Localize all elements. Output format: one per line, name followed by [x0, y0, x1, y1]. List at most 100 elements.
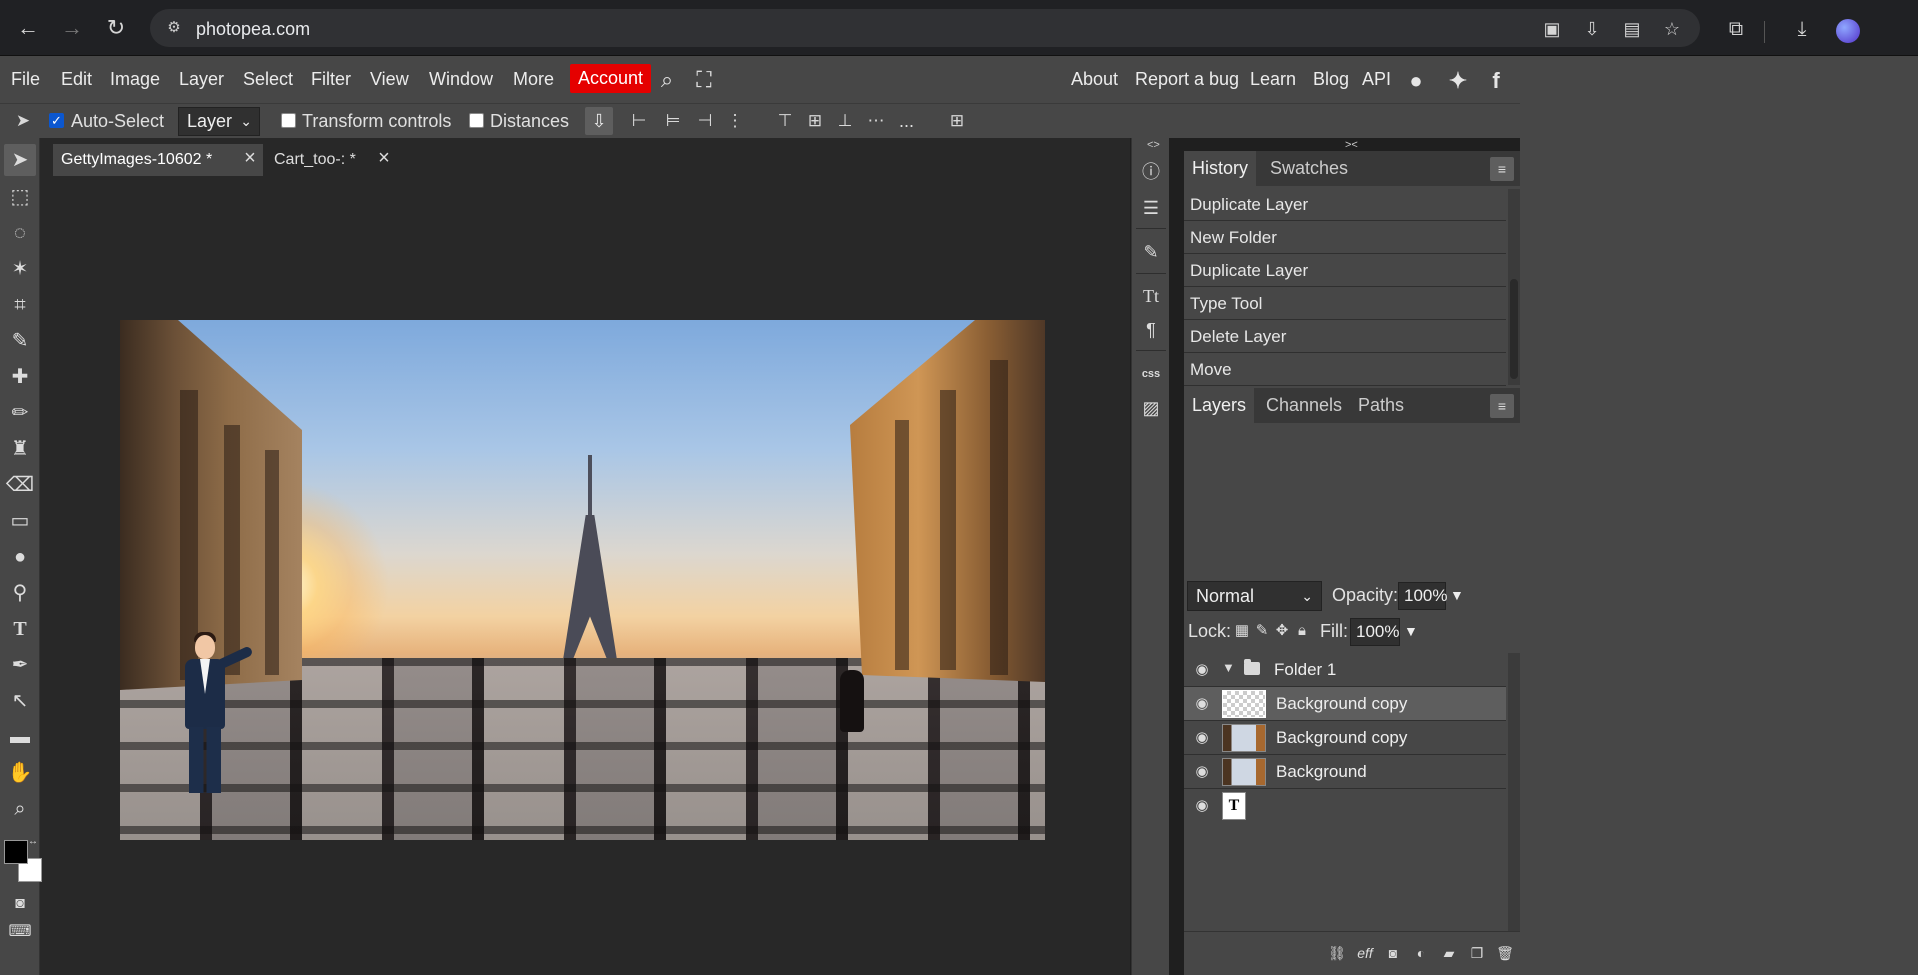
collapse-dock-toggle[interactable]: <> [1147, 139, 1160, 151]
bookmark-star-icon[interactable]: ☆ [1660, 17, 1684, 41]
paragraph-icon[interactable]: ¶ [1137, 316, 1165, 344]
layer-name[interactable]: Background copy [1276, 694, 1407, 714]
align-middle-icon[interactable]: ⊞ [804, 110, 826, 132]
blur-tool-icon[interactable]: ● [4, 541, 36, 573]
keyboard-icon[interactable]: ⌨ [4, 916, 36, 948]
history-item[interactable]: Move [1184, 354, 1506, 386]
magic-wand-tool-icon[interactable]: ✶ [4, 253, 36, 285]
layer-effects-icon[interactable]: eff [1354, 942, 1376, 964]
layer-row[interactable]: ◉ Background copy [1184, 687, 1506, 721]
tab-layers[interactable]: Layers [1184, 388, 1255, 423]
visibility-eye-icon[interactable]: ◉ [1192, 728, 1212, 748]
fill-dropdown-icon[interactable]: ▼ [1404, 623, 1418, 639]
distribute-vertical-icon[interactable]: ⋮ [724, 110, 746, 132]
layer-folder-row[interactable]: ◉ ▼ Folder 1 [1184, 653, 1506, 687]
layer-row[interactable]: ◉ Background [1184, 755, 1506, 789]
menu-window[interactable]: Window [429, 69, 493, 90]
history-menu-icon[interactable]: ≡ [1490, 157, 1514, 181]
layer-name[interactable]: Folder 1 [1274, 660, 1336, 680]
clipboard-icon[interactable]: ▣ [1540, 17, 1564, 41]
history-item[interactable]: New Folder [1184, 222, 1506, 254]
tab-swatches[interactable]: Swatches [1262, 151, 1356, 186]
type-tool-icon[interactable]: T [4, 613, 36, 645]
layers-menu-icon[interactable]: ≡ [1490, 394, 1514, 418]
lock-position-icon[interactable]: ✥ [1272, 621, 1292, 641]
download-icon[interactable]: ⤓ [1790, 17, 1814, 41]
shape-tool-icon[interactable]: ▬ [4, 721, 36, 753]
tab-cart-tool[interactable]: Cart_too-: * × [266, 144, 396, 176]
new-folder-icon[interactable]: ▰ [1438, 942, 1460, 964]
more-options[interactable]: ... [899, 111, 914, 132]
lasso-tool-icon[interactable]: ◌ [4, 217, 36, 249]
fullscreen-icon[interactable]: ⛶ [691, 67, 717, 93]
auto-select-target-select[interactable]: Layer ⌄ [178, 107, 260, 136]
history-item[interactable]: Duplicate Layer [1184, 255, 1506, 287]
menu-view[interactable]: View [370, 69, 409, 90]
history-item[interactable]: Type Tool [1184, 288, 1506, 320]
distances-label[interactable]: Distances [490, 111, 569, 132]
link-blog[interactable]: Blog [1313, 69, 1349, 90]
menu-edit[interactable]: Edit [61, 69, 92, 90]
layer-name[interactable]: Background [1276, 762, 1367, 782]
menu-layer[interactable]: Layer [179, 69, 224, 90]
layer-row[interactable]: ◉ Background copy [1184, 721, 1506, 755]
lock-all-icon[interactable]: 🔒︎ [1292, 621, 1312, 641]
auto-select-label[interactable]: Auto-Select [71, 111, 164, 132]
layer-mask-icon[interactable]: ◙ [1382, 942, 1404, 964]
move-tool-icon[interactable]: ➤ [4, 144, 36, 176]
history-scrollbar[interactable] [1508, 189, 1520, 385]
character-icon[interactable]: Tt [1137, 282, 1165, 310]
brush-settings-icon[interactable]: ✎ [1137, 238, 1165, 266]
dodge-tool-icon[interactable]: ⚲ [4, 577, 36, 609]
profile-avatar[interactable] [1836, 19, 1860, 43]
link-report-bug[interactable]: Report a bug [1135, 69, 1239, 90]
reddit-icon[interactable]: ● [1402, 67, 1430, 95]
visibility-eye-icon[interactable]: ◉ [1192, 796, 1212, 816]
path-select-tool-icon[interactable]: ↖ [4, 685, 36, 717]
install-app-icon[interactable]: ⇩ [1580, 17, 1604, 41]
twitter-icon[interactable]: ✦ [1444, 67, 1472, 95]
pen-tool-icon[interactable]: ✒ [4, 649, 36, 681]
history-item[interactable]: Delete Layer [1184, 321, 1506, 353]
gradient-tool-icon[interactable]: ▭ [4, 505, 36, 537]
grid-icon[interactable]: ⊞ [946, 110, 968, 132]
chevron-down-icon[interactable]: ▼ [1222, 660, 1235, 675]
opacity-dropdown-icon[interactable]: ▼ [1450, 587, 1464, 603]
align-bottom-icon[interactable]: ⊥ [834, 110, 856, 132]
visibility-eye-icon[interactable]: ◉ [1192, 694, 1212, 714]
close-icon[interactable]: × [241, 148, 259, 168]
layers-scrollbar[interactable] [1508, 653, 1520, 931]
address-bar[interactable]: ⚙ photopea.com ▣ ⇩ ▤ ☆ [150, 9, 1700, 47]
image-canvas[interactable] [120, 320, 1045, 840]
tab-history[interactable]: History [1184, 151, 1257, 186]
info-icon[interactable]: ⓘ [1137, 158, 1165, 186]
distances-checkbox[interactable] [469, 113, 484, 128]
blend-mode-select[interactable]: Normal ⌄ [1187, 581, 1322, 611]
account-button[interactable]: Account [570, 64, 652, 93]
css-icon[interactable]: css [1137, 360, 1165, 388]
zoom-tool-icon[interactable]: ⌕ [4, 793, 36, 825]
menu-more[interactable]: More [513, 69, 554, 90]
link-layers-icon[interactable]: ⛓ [1326, 942, 1348, 964]
close-icon[interactable]: × [375, 148, 393, 168]
align-download-icon[interactable]: ⇩ [585, 107, 613, 135]
stamp-tool-icon[interactable]: ♜ [4, 433, 36, 465]
eyedropper-tool-icon[interactable]: ✎ [4, 325, 36, 357]
tab-paths[interactable]: Paths [1350, 388, 1412, 423]
layer-row[interactable]: ◉ T [1184, 789, 1506, 823]
menu-file[interactable]: File [11, 69, 40, 90]
delete-layer-icon[interactable]: 🗑︎ [1494, 942, 1516, 964]
transform-controls-label[interactable]: Transform controls [302, 111, 451, 132]
align-left-icon[interactable]: ⊢ [628, 110, 650, 132]
align-right-icon[interactable]: ⊣ [694, 110, 716, 132]
healing-tool-icon[interactable]: ✚ [4, 361, 36, 393]
foreground-color-swatch[interactable] [4, 840, 28, 864]
swap-colors-icon[interactable]: ↔ [28, 836, 40, 848]
site-settings-icon[interactable]: ⚙ [163, 17, 185, 39]
menu-select[interactable]: Select [243, 69, 293, 90]
adjustment-layer-icon[interactable]: ◐ [1410, 942, 1432, 964]
link-about[interactable]: About [1071, 69, 1118, 90]
hand-tool-icon[interactable]: ✋ [4, 757, 36, 789]
reload-icon[interactable]: ↻ [102, 14, 130, 42]
extensions-icon[interactable]: ⧉ [1724, 17, 1748, 41]
